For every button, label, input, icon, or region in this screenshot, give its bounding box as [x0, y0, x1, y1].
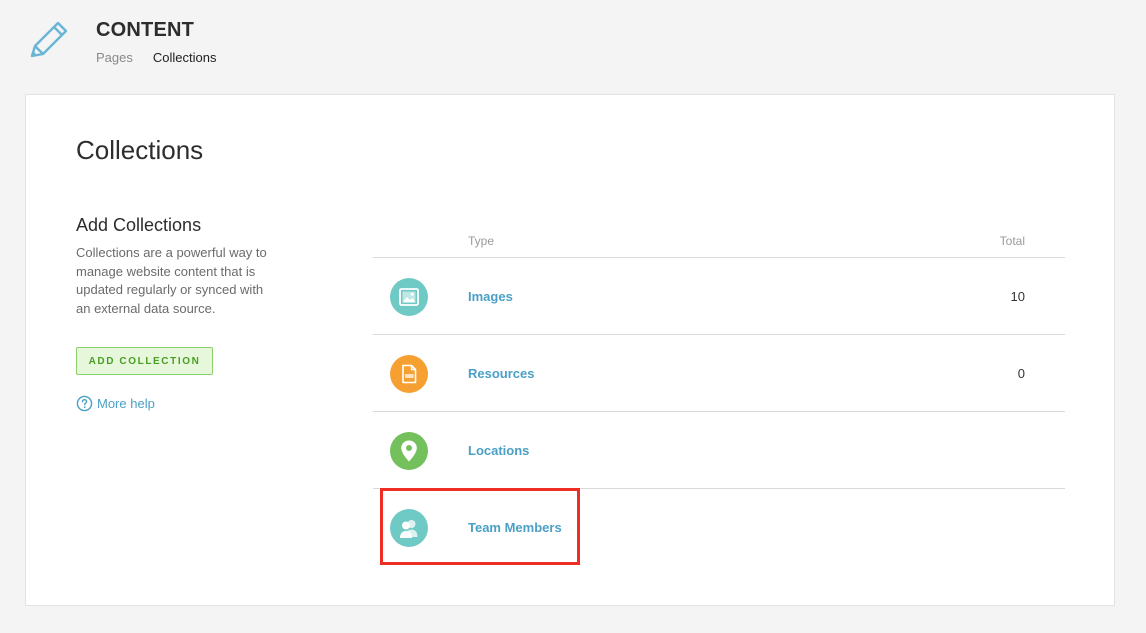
sub-navigation: Pages Collections: [96, 50, 216, 65]
column-header-total: Total: [999, 234, 1025, 248]
collection-total: 0: [1017, 366, 1025, 381]
tab-pages[interactable]: Pages: [96, 50, 133, 65]
add-collection-button[interactable]: ADD COLLECTION: [76, 347, 213, 375]
collection-name[interactable]: Images: [468, 289, 513, 304]
tab-collections[interactable]: Collections: [153, 50, 217, 65]
section-title: CONTENT: [96, 19, 195, 41]
table-row[interactable]: Locations: [373, 412, 1065, 489]
highlight-box: [380, 488, 580, 565]
table-header: Type Total: [373, 225, 1065, 258]
more-help-link[interactable]: More help: [76, 395, 155, 412]
location-pin-icon: [390, 432, 428, 470]
add-collections-heading: Add Collections: [76, 215, 202, 235]
pdf-icon: [390, 355, 428, 393]
more-help-label: More help: [97, 396, 155, 411]
pencil-icon: [30, 21, 68, 58]
collection-total: 10: [1010, 289, 1025, 304]
collection-name[interactable]: Resources: [468, 366, 534, 381]
collection-name[interactable]: Locations: [468, 443, 529, 458]
page-header: CONTENT Pages Collections: [0, 0, 1146, 94]
column-header-type: Type: [468, 234, 495, 248]
page-title: Collections: [76, 135, 204, 165]
question-circle-icon: [76, 395, 93, 412]
add-collections-description: Collections are a powerful way to manage…: [76, 245, 267, 316]
table-row[interactable]: Images 10: [373, 258, 1065, 335]
image-icon: [390, 278, 428, 316]
table-row[interactable]: Resources 0: [373, 335, 1065, 412]
